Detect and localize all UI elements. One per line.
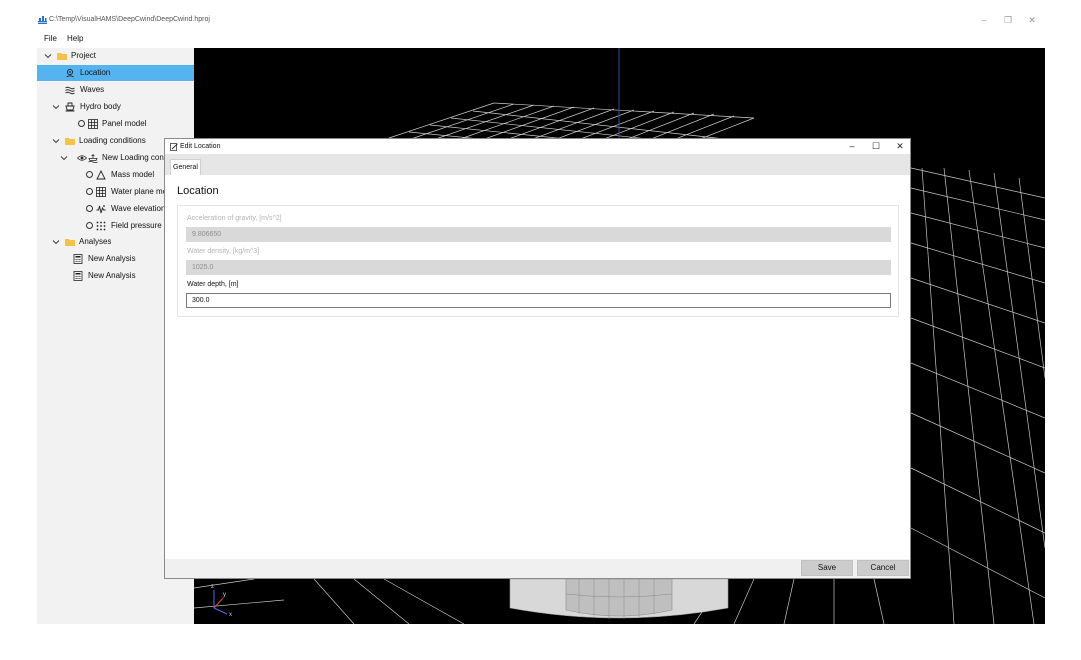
dialog-maximize-button[interactable]: ☐ [865,140,887,153]
visibility-radio[interactable] [86,205,93,212]
mass-weight-icon [96,170,106,180]
window-title: C:\Temp\VisualHAMS\DeepCwind\DeepCwind.h… [49,16,210,23]
location-fields-group: Acceleration of gravity, [m/s^2] Water d… [177,205,899,317]
dialog-footer: Save Cancel [165,559,910,578]
dialog-minimize-button[interactable]: – [841,140,863,153]
app-logo-icon [38,16,47,24]
folder-icon [65,138,75,145]
density-label: Water density, [kg/m^3] [187,248,260,255]
tree-item-project[interactable]: Project [37,48,194,64]
dialog-title: Edit Location [180,143,221,150]
visibility-radio[interactable] [86,171,93,178]
chevron-down-icon[interactable] [60,154,68,162]
chevron-down-icon[interactable] [52,137,60,145]
tree-item-waves[interactable]: Waves [37,82,194,98]
chevron-down-icon[interactable] [44,52,52,60]
folder-icon [65,239,75,246]
visibility-radio[interactable] [78,120,85,127]
chevron-down-icon[interactable] [52,103,60,111]
visibility-radio[interactable] [86,222,93,229]
edit-location-dialog: Edit Location – ☐ ✕ General Location Acc… [164,138,911,579]
restore-button[interactable]: ❐ [996,12,1020,28]
svg-text:y: y [223,592,226,598]
water-depth-label: Water depth, [m] [187,281,239,288]
save-button[interactable]: Save [801,560,853,576]
water-depth-field[interactable] [186,293,891,308]
close-button[interactable]: ✕ [1020,12,1044,28]
svg-text:z: z [211,584,214,590]
tree-item-location[interactable]: Location [37,65,194,81]
tree-item-hydro-body[interactable]: Hydro body [37,99,194,115]
menu-help[interactable]: Help [67,32,83,46]
tab-general[interactable]: General [170,159,201,175]
dialog-close-button[interactable]: ✕ [889,140,910,153]
chevron-down-icon[interactable] [52,238,60,246]
calculator-icon [73,254,83,264]
grid-mesh-icon [88,119,98,129]
waves-icon [65,86,75,95]
grid-mesh-icon [96,187,106,197]
tab-strip: General [165,154,910,175]
dot-grid-icon [96,221,106,231]
section-title: Location [177,185,219,197]
svg-text:x: x [229,612,232,618]
eye-icon[interactable] [77,153,87,163]
loading-condition-icon [88,154,98,163]
location-pin-icon [66,68,74,78]
gravity-label: Acceleration of gravity, [m/s^2] [187,215,282,222]
edit-icon [170,143,178,151]
dialog-titlebar[interactable]: Edit Location – ☐ ✕ [165,139,910,154]
menu-file[interactable]: File [44,32,57,46]
gravity-field [186,227,891,242]
density-field [186,260,891,275]
cancel-button[interactable]: Cancel [857,560,909,576]
visibility-radio[interactable] [86,188,93,195]
folder-icon [57,53,67,60]
tree-item-panel-model[interactable]: Panel model [37,116,194,132]
ship-icon [65,102,75,112]
calculator-icon [73,271,83,281]
wave-elevation-icon [96,205,106,214]
window-titlebar: C:\Temp\VisualHAMS\DeepCwind\DeepCwind.h… [0,0,1081,32]
minimize-button[interactable]: – [972,12,996,28]
